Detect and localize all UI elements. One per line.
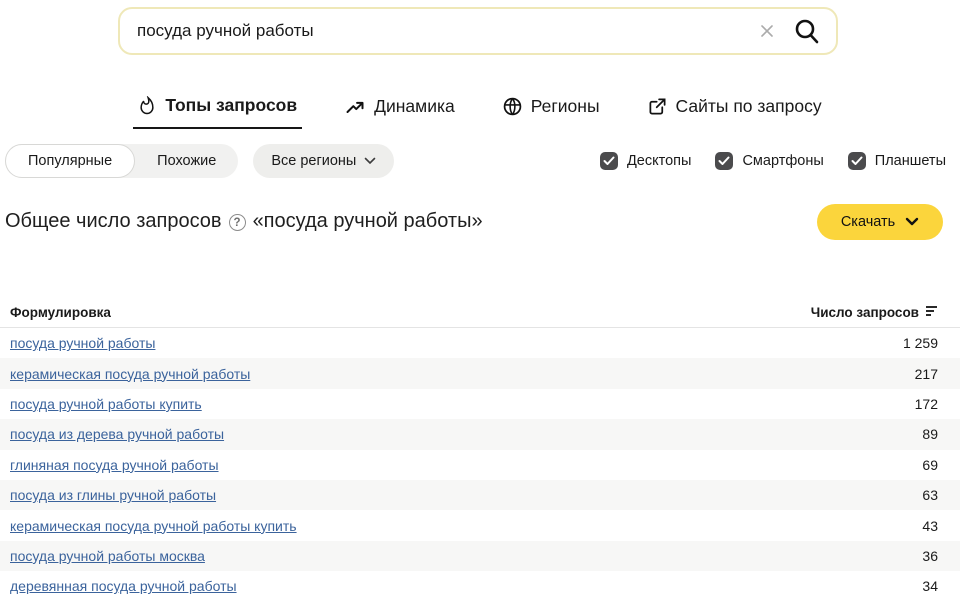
tab-top-queries[interactable]: Топы запросов — [133, 93, 302, 129]
tab-label: Сайты по запросу — [676, 96, 822, 117]
query-link[interactable]: деревянная посуда ручной работы — [10, 578, 237, 594]
query-count: 217 — [915, 366, 938, 382]
external-link-icon — [648, 97, 667, 116]
query-count: 69 — [922, 457, 938, 473]
column-header-count[interactable]: Число запросов — [811, 305, 938, 320]
table-row: керамическая посуда ручной работы купить… — [0, 510, 960, 540]
summary-label: Общее число запросов — [5, 210, 222, 233]
page-title: Общее число запросов ? «посуда ручной ра… — [5, 210, 483, 233]
search-input[interactable] — [120, 21, 754, 41]
magnifier-icon[interactable] — [790, 14, 824, 48]
table-row: глиняная посуда ручной работы 69 — [0, 450, 960, 480]
checkbox-checked-icon — [600, 152, 618, 170]
column-header-phrase: Формулировка — [10, 305, 111, 320]
globe-icon — [503, 97, 522, 116]
table-row: посуда из глины ручной работы 63 — [0, 480, 960, 510]
checkbox-tablets[interactable]: Планшеты — [848, 152, 946, 170]
query-link[interactable]: глиняная посуда ручной работы — [10, 457, 219, 473]
query-link[interactable]: посуда из глины ручной работы — [10, 487, 216, 503]
chevron-down-icon — [905, 214, 919, 230]
query-count: 43 — [922, 518, 938, 534]
table-header: Формулировка Число запросов — [0, 298, 960, 328]
query-count: 63 — [922, 487, 938, 503]
tab-label: Регионы — [531, 96, 600, 117]
close-icon[interactable] — [754, 18, 780, 44]
checkbox-checked-icon — [848, 152, 866, 170]
table-row: деревянная посуда ручной работы 34 — [0, 571, 960, 601]
checkbox-label: Десктопы — [627, 153, 691, 169]
filter-bar: Популярные Похожие Все регионы Десктопы — [0, 144, 960, 178]
checkbox-smartphones[interactable]: Смартфоны — [715, 152, 823, 170]
download-button[interactable]: Скачать — [817, 204, 943, 240]
query-count: 1 259 — [903, 335, 938, 351]
table-row: керамическая посуда ручной работы 217 — [0, 358, 960, 388]
device-filters: Десктопы Смартфоны Планшеты — [600, 144, 946, 178]
tab-regions[interactable]: Регионы — [498, 93, 605, 129]
help-icon[interactable]: ? — [229, 214, 246, 231]
tab-sites-by-query[interactable]: Сайты по запросу — [643, 93, 827, 129]
trend-icon — [345, 97, 365, 117]
query-count: 36 — [922, 548, 938, 564]
table-row: посуда ручной работы москва 36 — [0, 541, 960, 571]
download-label: Скачать — [841, 214, 895, 230]
search-bar — [118, 7, 838, 55]
table-row: посуда ручной работы купить 172 — [0, 389, 960, 419]
tab-label: Топы запросов — [165, 95, 297, 116]
table-row: посуда из дерева ручной работы 89 — [0, 419, 960, 449]
queries-table: Формулировка Число запросов посуда ручно… — [0, 298, 960, 602]
segment-popular[interactable]: Популярные — [5, 144, 135, 178]
query-link[interactable]: посуда ручной работы москва — [10, 548, 205, 564]
popular-similar-toggle: Популярные Похожие — [5, 144, 238, 178]
query-link[interactable]: керамическая посуда ручной работы купить — [10, 518, 297, 534]
checkbox-checked-icon — [715, 152, 733, 170]
checkbox-desktops[interactable]: Десктопы — [600, 152, 691, 170]
checkbox-label: Смартфоны — [742, 153, 823, 169]
flame-icon — [138, 96, 156, 116]
query-link[interactable]: посуда ручной работы — [10, 335, 155, 351]
table-row: посуда ручной работы 1 259 — [0, 328, 960, 358]
tab-dynamics[interactable]: Динамика — [340, 93, 460, 129]
region-dropdown-label: Все регионы — [271, 153, 356, 169]
chevron-down-icon — [364, 153, 376, 169]
tab-bar: Топы запросов Динамика Регионы — [0, 93, 960, 129]
query-count: 89 — [922, 426, 938, 442]
query-count: 34 — [922, 578, 938, 594]
checkbox-label: Планшеты — [875, 153, 946, 169]
region-dropdown[interactable]: Все регионы — [253, 144, 394, 178]
query-count: 172 — [915, 396, 938, 412]
query-link[interactable]: керамическая посуда ручной работы — [10, 366, 250, 382]
sort-descending-icon — [925, 305, 938, 320]
table-body: посуда ручной работы 1 259 керамическая … — [0, 328, 960, 602]
tab-label: Динамика — [374, 96, 455, 117]
segment-similar[interactable]: Похожие — [135, 144, 238, 178]
summary-query: «посуда ручной работы» — [253, 210, 483, 233]
query-link[interactable]: посуда из дерева ручной работы — [10, 426, 224, 442]
query-link[interactable]: посуда ручной работы купить — [10, 396, 202, 412]
